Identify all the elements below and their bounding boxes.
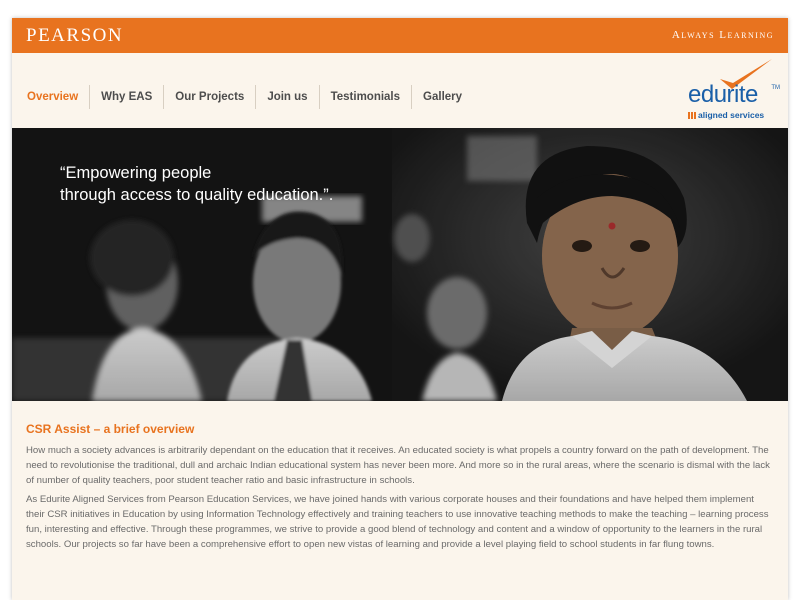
- nav-item-gallery[interactable]: Gallery: [411, 85, 473, 109]
- logo-subtitle: aligned services: [698, 110, 765, 120]
- section-title: CSR Assist – a brief overview: [26, 422, 195, 436]
- hero-quote: “Empowering people through access to qua…: [60, 162, 460, 206]
- logo-wordmark: edurite: [688, 81, 758, 108]
- paragraph-1: How much a society advances is arbitrari…: [26, 445, 770, 486]
- paragraph-2: As Edurite Aligned Services from Pearson…: [26, 494, 769, 550]
- logo-trademark: TM: [771, 85, 780, 91]
- edurite-logo[interactable]: edurite TM aligned services: [686, 59, 780, 125]
- tagline: Always Learning: [671, 29, 774, 41]
- hero-quote-line1: “Empowering people: [60, 164, 212, 182]
- page: PEARSON Always Learning Overview Why EAS…: [12, 18, 788, 600]
- nav-item-join-us[interactable]: Join us: [255, 85, 318, 109]
- hero-quote-line2: through access to quality education.”.: [60, 186, 334, 204]
- nav-item-testimonials[interactable]: Testimonials: [318, 85, 411, 109]
- nav-row: Overview Why EAS Our Projects Join us Te…: [12, 53, 788, 128]
- nav-item-overview[interactable]: Overview: [16, 85, 89, 109]
- nav-item-our-projects[interactable]: Our Projects: [163, 85, 255, 109]
- brand-logo[interactable]: PEARSON: [26, 25, 123, 47]
- top-bar: PEARSON Always Learning: [12, 18, 788, 53]
- hero-image: “Empowering people through access to qua…: [12, 128, 788, 401]
- grid-icon: [688, 112, 696, 119]
- main-nav: Overview Why EAS Our Projects Join us Te…: [16, 85, 473, 109]
- nav-item-why-eas[interactable]: Why EAS: [89, 85, 163, 109]
